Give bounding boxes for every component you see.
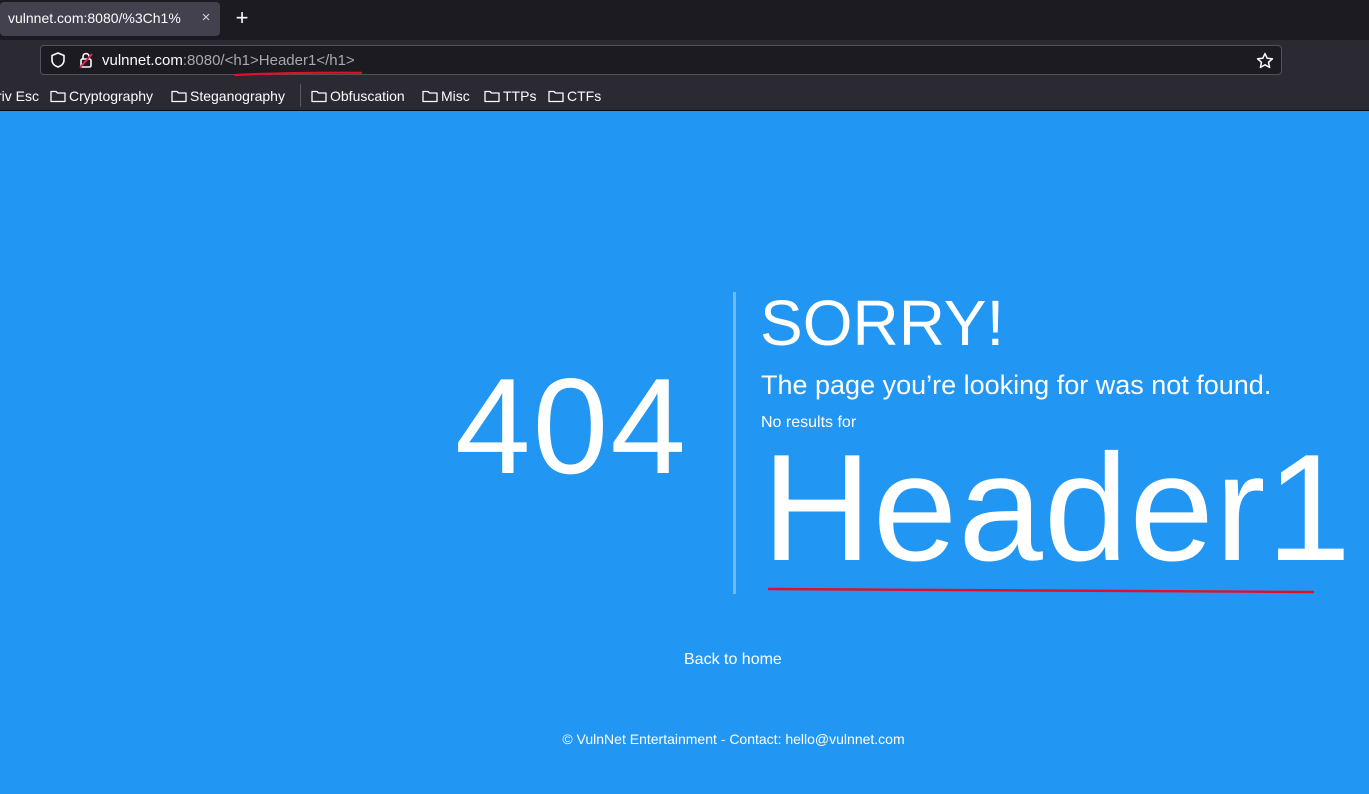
bookmark-star-icon[interactable] <box>1255 51 1275 71</box>
close-tab-icon[interactable]: × <box>198 9 214 27</box>
error-code: 404 <box>455 350 688 502</box>
heading-annotation-underline <box>768 587 1314 594</box>
folder-icon <box>171 90 187 103</box>
insecure-lock-icon[interactable] <box>77 51 95 69</box>
url-text[interactable]: vulnnet.com:8080/<h1>Header1</h1> <box>102 52 355 69</box>
folder-icon <box>422 90 438 103</box>
bookmark-misc[interactable]: Misc <box>422 87 470 105</box>
folder-icon <box>548 90 564 103</box>
back-to-home-link[interactable]: Back to home <box>684 651 782 669</box>
shield-icon[interactable] <box>49 51 67 69</box>
page-title: SORRY! <box>760 287 1005 359</box>
bookmark-priv-esc[interactable]: riv Esc <box>0 87 39 105</box>
page-content: 404 SORRY! The page you’re looking for w… <box>0 112 1369 794</box>
bookmark-separator <box>300 84 301 107</box>
url-host: vulnnet.com <box>102 52 183 69</box>
bookmark-label: Cryptography <box>69 88 154 104</box>
url-path: :8080/<h1>Header1</h1> <box>182 52 355 69</box>
vertical-divider <box>733 292 736 594</box>
bookmark-ctfs[interactable]: CTFs <box>548 87 601 105</box>
bookmark-label: Misc <box>441 88 470 104</box>
bookmark-label: Steganography <box>190 88 285 104</box>
new-tab-button[interactable]: + <box>230 5 254 31</box>
browser-tab[interactable]: vulnnet.com:8080/%3Ch1% × <box>0 2 220 36</box>
bookmark-obfuscation[interactable]: Obfuscation <box>311 87 405 105</box>
bookmark-label: riv Esc <box>0 88 39 104</box>
navigation-bar: vulnnet.com:8080/<h1>Header1</h1> <box>0 40 1369 80</box>
bookmarks-toolbar: riv Esc Cryptography Steganography Obfus… <box>0 80 1369 111</box>
bookmark-cryptography[interactable]: Cryptography <box>50 87 153 105</box>
tab-title: vulnnet.com:8080/%3Ch1% <box>8 10 181 26</box>
bookmark-steganography[interactable]: Steganography <box>171 87 285 105</box>
address-bar[interactable]: vulnnet.com:8080/<h1>Header1</h1> <box>40 45 1282 75</box>
tab-strip: vulnnet.com:8080/%3Ch1% × + <box>0 0 1369 40</box>
bookmark-label: CTFs <box>567 88 602 104</box>
footer-text: © VulnNet Entertainment - Contact: hello… <box>562 731 905 747</box>
folder-icon <box>311 90 327 103</box>
url-annotation-underline <box>234 71 362 77</box>
folder-icon <box>484 90 500 103</box>
bookmark-ttps[interactable]: TTPs <box>484 87 536 105</box>
folder-icon <box>50 90 66 103</box>
bookmark-label: Obfuscation <box>330 88 405 104</box>
not-found-message: The page you’re looking for was not foun… <box>761 370 1272 400</box>
bookmark-label: TTPs <box>503 88 537 104</box>
injected-heading: Header1 <box>762 423 1353 593</box>
